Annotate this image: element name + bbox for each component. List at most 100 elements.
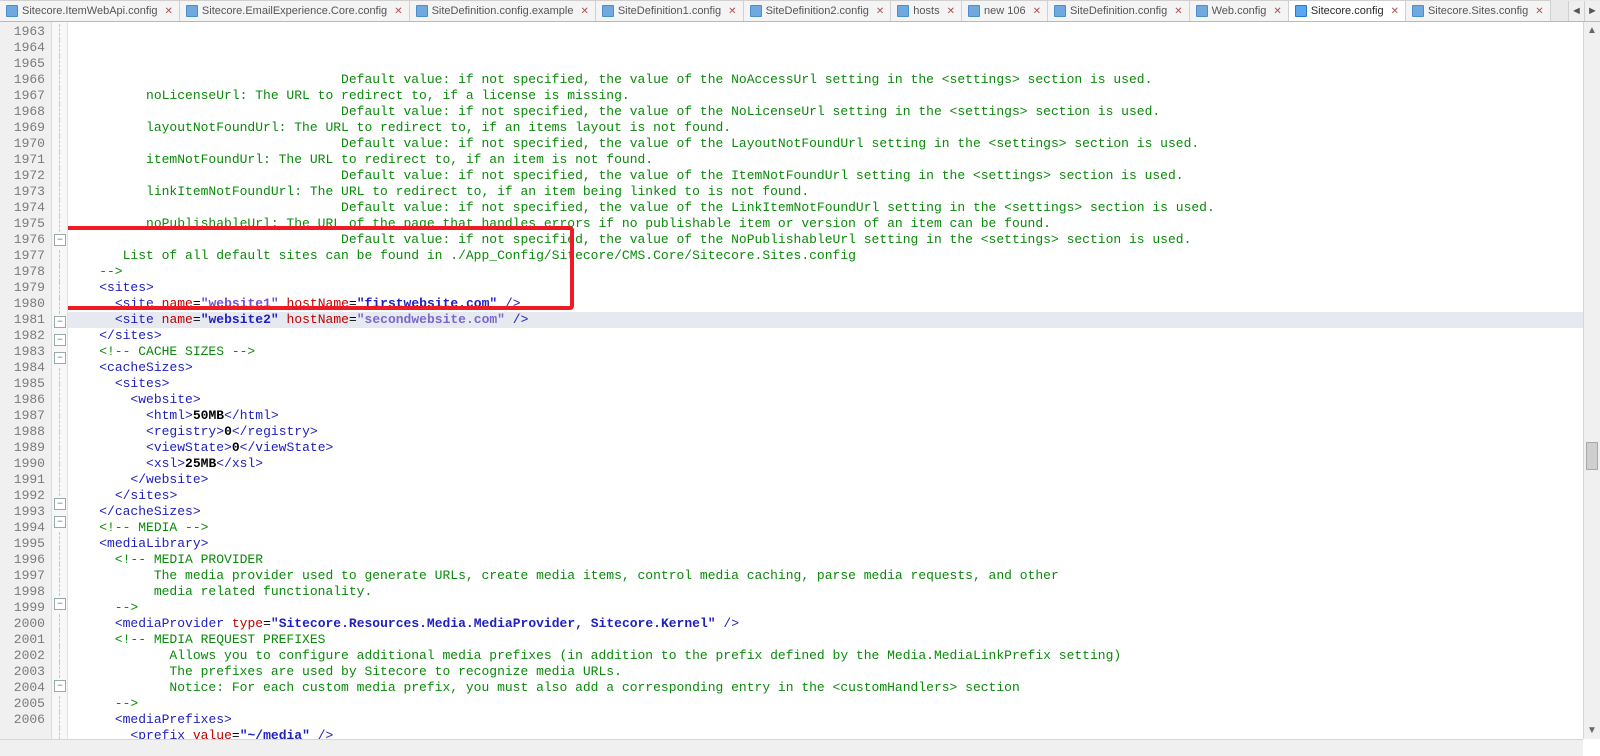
close-icon[interactable]: ✕ — [1391, 6, 1399, 17]
file-tab[interactable]: Sitecore.config✕ — [1289, 0, 1406, 21]
tab-label: SiteDefinition2.config — [766, 5, 869, 17]
code-line[interactable]: </cacheSizes> — [68, 504, 1600, 520]
line-number: 1981 — [0, 312, 45, 328]
fold-toggle[interactable]: − — [54, 352, 66, 364]
code-line[interactable]: <!-- MEDIA PROVIDER — [68, 552, 1600, 568]
code-line[interactable]: <mediaLibrary> — [68, 536, 1600, 552]
close-icon[interactable]: ✕ — [1174, 6, 1182, 17]
fold-toggle[interactable]: − — [54, 316, 66, 328]
line-number: 1995 — [0, 536, 45, 552]
code-line[interactable]: --> — [68, 600, 1600, 616]
code-line[interactable]: The media provider used to generate URLs… — [68, 568, 1600, 584]
horizontal-scrollbar[interactable] — [0, 739, 1583, 756]
fold-toggle[interactable]: − — [54, 498, 66, 510]
scroll-up-arrow[interactable]: ▲ — [1584, 22, 1600, 39]
code-line[interactable]: Default value: if not specified, the val… — [68, 72, 1600, 88]
tab-label: Sitecore.ItemWebApi.config — [22, 5, 158, 17]
line-number: 1972 — [0, 168, 45, 184]
close-icon[interactable]: ✕ — [580, 6, 588, 17]
code-line[interactable]: --> — [68, 696, 1600, 712]
code-line[interactable]: <viewState>0</viewState> — [68, 440, 1600, 456]
editor: 1963196419651966196719681969197019711972… — [0, 22, 1600, 756]
code-line[interactable]: Default value: if not specified, the val… — [68, 200, 1600, 216]
code-line[interactable]: itemNotFoundUrl: The URL to redirect to,… — [68, 152, 1600, 168]
code-line[interactable]: media related functionality. — [68, 584, 1600, 600]
code-line[interactable]: <html>50MB</html> — [68, 408, 1600, 424]
file-icon — [968, 5, 980, 17]
code-line[interactable]: Notice: For each custom media prefix, yo… — [68, 680, 1600, 696]
code-line[interactable]: <mediaProvider type="Sitecore.Resources.… — [68, 616, 1600, 632]
tab-scroll-right[interactable]: ► — [1584, 1, 1600, 21]
close-icon[interactable]: ✕ — [394, 6, 402, 17]
file-tab[interactable]: Sitecore.Sites.config✕ — [1406, 0, 1551, 21]
file-tab[interactable]: SiteDefinition2.config ✕ — [744, 0, 892, 21]
close-icon[interactable]: ✕ — [1273, 6, 1281, 17]
code-line[interactable]: --> — [68, 264, 1600, 280]
line-number: 2001 — [0, 632, 45, 648]
tab-label: new 106 — [984, 5, 1026, 17]
fold-toggle[interactable]: − — [54, 334, 66, 346]
code-line[interactable]: <!-- MEDIA --> — [68, 520, 1600, 536]
line-number: 1985 — [0, 376, 45, 392]
file-tab[interactable]: Web.config✕ — [1190, 0, 1289, 21]
close-icon[interactable]: ✕ — [947, 6, 955, 17]
tab-scroll-left[interactable]: ◄ — [1568, 1, 1584, 21]
code-line[interactable]: List of all default sites can be found i… — [68, 248, 1600, 264]
code-line[interactable]: Allows you to configure additional media… — [68, 648, 1600, 664]
close-icon[interactable]: ✕ — [876, 6, 884, 17]
code-line[interactable]: Default value: if not specified, the val… — [68, 104, 1600, 120]
file-tab[interactable]: Sitecore.ItemWebApi.config ✕ — [0, 0, 180, 21]
close-icon[interactable]: ✕ — [728, 6, 736, 17]
code-line[interactable]: <cacheSizes> — [68, 360, 1600, 376]
vertical-scroll-thumb[interactable] — [1586, 442, 1598, 470]
code-line[interactable]: The prefixes are used by Sitecore to rec… — [68, 664, 1600, 680]
code-line[interactable]: noLicenseUrl: The URL to redirect to, if… — [68, 88, 1600, 104]
code-line[interactable]: layoutNotFoundUrl: The URL to redirect t… — [68, 120, 1600, 136]
code-line[interactable]: </sites> — [68, 328, 1600, 344]
fold-toggle[interactable]: − — [54, 516, 66, 528]
code-line[interactable]: <site name="website2" hostName="secondwe… — [68, 312, 1600, 328]
code-line[interactable]: linkItemNotFoundUrl: The URL to redirect… — [68, 184, 1600, 200]
file-tab[interactable]: new 106 ✕ — [962, 0, 1048, 21]
close-icon[interactable]: ✕ — [1535, 6, 1543, 17]
code-line[interactable]: <xsl>25MB</xsl> — [68, 456, 1600, 472]
file-tab[interactable]: SiteDefinition.config ✕ — [1048, 0, 1190, 21]
code-line[interactable]: <registry>0</registry> — [68, 424, 1600, 440]
file-tab[interactable]: hosts✕ — [891, 0, 962, 21]
code-line[interactable]: <mediaPrefixes> — [68, 712, 1600, 728]
line-number: 2002 — [0, 648, 45, 664]
line-number: 1986 — [0, 392, 45, 408]
close-icon[interactable]: ✕ — [165, 6, 173, 17]
code-line[interactable]: <sites> — [68, 280, 1600, 296]
code-line[interactable]: <!-- CACHE SIZES --> — [68, 344, 1600, 360]
line-number: 1968 — [0, 104, 45, 120]
line-number: 1970 — [0, 136, 45, 152]
file-tab[interactable]: SiteDefinition.config.example✕ — [410, 0, 596, 21]
fold-toggle[interactable]: − — [54, 598, 66, 610]
code-area[interactable]: Default value: if not specified, the val… — [68, 22, 1600, 756]
fold-toggle[interactable]: − — [54, 234, 66, 246]
code-line[interactable]: <site name="website1" hostName="firstweb… — [68, 296, 1600, 312]
tab-bar: Sitecore.ItemWebApi.config✕Sitecore.Emai… — [0, 0, 1600, 22]
fold-column: − − − − − − − − — [52, 22, 68, 756]
scroll-down-arrow[interactable]: ▼ — [1584, 722, 1600, 739]
code-line[interactable]: Default value: if not specified, the val… — [68, 168, 1600, 184]
line-number: 1999 — [0, 600, 45, 616]
code-line[interactable]: <website> — [68, 392, 1600, 408]
code-line[interactable]: Default value: if not specified, the val… — [68, 232, 1600, 248]
tab-label: SiteDefinition.config — [1070, 5, 1167, 17]
line-number: 1977 — [0, 248, 45, 264]
close-icon[interactable]: ✕ — [1033, 6, 1041, 17]
code-line[interactable]: </website> — [68, 472, 1600, 488]
code-line[interactable]: <sites> — [68, 376, 1600, 392]
file-icon — [186, 5, 198, 17]
line-number: 1971 — [0, 152, 45, 168]
code-line[interactable]: </sites> — [68, 488, 1600, 504]
code-line[interactable]: Default value: if not specified, the val… — [68, 136, 1600, 152]
vertical-scrollbar[interactable]: ▲ ▼ — [1583, 22, 1600, 739]
file-tab[interactable]: Sitecore.EmailExperience.Core.config✕ — [180, 0, 410, 21]
file-tab[interactable]: SiteDefinition1.config✕ — [596, 0, 744, 21]
fold-toggle[interactable]: − — [54, 680, 66, 692]
code-line[interactable]: noPublishableUrl: The URL of the page th… — [68, 216, 1600, 232]
code-line[interactable]: <!-- MEDIA REQUEST PREFIXES — [68, 632, 1600, 648]
